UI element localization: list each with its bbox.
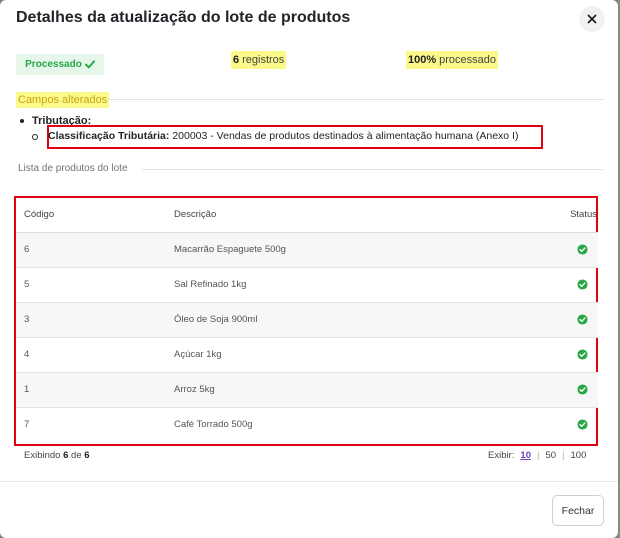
cell-code: 4	[16, 337, 174, 373]
cell-status	[564, 407, 598, 442]
cell-description: Sal Refinado 1kg	[174, 267, 564, 303]
page-size-selector: Exibir: 10 | 50 | 100	[488, 450, 586, 461]
table-row[interactable]: 4 Açúcar 1kg	[16, 337, 598, 373]
products-table-annotation: Código Descrição Status 6 Macarrão Espag…	[14, 196, 598, 446]
pager-separator: |	[536, 450, 540, 461]
section-divider	[108, 99, 604, 100]
check-circle-icon	[577, 419, 588, 430]
modal-header: Detalhes da atualização do lote de produ…	[0, 0, 618, 38]
status-badge-label: Processado	[25, 59, 82, 70]
cell-status	[564, 302, 598, 338]
results-prefix: Exibindo	[24, 450, 61, 461]
progress-percent-value: 100%	[408, 54, 437, 66]
cell-status	[564, 337, 598, 373]
table-row[interactable]: 7 Café Torrado 500g	[16, 407, 598, 442]
column-header-description[interactable]: Descrição	[174, 198, 564, 233]
cell-code: 5	[16, 267, 174, 303]
cell-code: 3	[16, 302, 174, 338]
modal-footer: Fechar	[0, 481, 618, 538]
page-size-option-100[interactable]: 100	[571, 450, 587, 461]
cell-description: Óleo de Soja 900ml	[174, 302, 564, 338]
table-row[interactable]: 6 Macarrão Espaguete 500g	[16, 232, 598, 268]
records-count: 6 registros	[231, 51, 287, 69]
check-circle-icon	[577, 384, 588, 395]
records-count-label: registros	[242, 54, 285, 66]
results-total: 6	[84, 450, 90, 461]
changed-field-item: Classificação Tributária: 200003 - Venda…	[48, 130, 518, 142]
cell-status	[564, 267, 598, 303]
cell-description: Arroz 5kg	[174, 372, 564, 408]
pager-separator: |	[562, 450, 565, 461]
table-header-row: Código Descrição Status	[16, 198, 598, 233]
products-table: Código Descrição Status 6 Macarrão Espag…	[16, 198, 598, 442]
close-footer-button[interactable]: Fechar	[552, 495, 604, 526]
changed-field-label: Classificação Tributária:	[48, 130, 170, 142]
batch-details-modal: Detalhes da atualização do lote de produ…	[0, 0, 618, 538]
cell-code: 7	[24, 419, 30, 431]
page-size-label: Exibir:	[488, 450, 515, 461]
cell-description: Macarrão Espaguete 500g	[174, 232, 564, 268]
column-header-status[interactable]: Status	[564, 198, 598, 233]
table-row[interactable]: 3 Óleo de Soja 900ml	[16, 302, 598, 338]
cell-description: Açúcar 1kg	[174, 337, 564, 373]
records-count-value: 6	[233, 54, 240, 66]
check-circle-icon	[577, 279, 588, 290]
page-size-option-10[interactable]: 10	[520, 450, 531, 461]
check-circle-icon	[577, 314, 588, 325]
cell-code: 6	[16, 232, 174, 268]
cell-status	[564, 232, 598, 268]
check-icon	[84, 60, 95, 69]
changed-fields-title: Campos alterados	[16, 92, 110, 108]
table-row[interactable]: 5 Sal Refinado 1kg	[16, 267, 598, 303]
products-list-title: Lista de produtos do lote	[18, 163, 128, 174]
cell-code: 1	[16, 372, 174, 408]
results-of: de	[71, 450, 82, 461]
results-shown: 6	[63, 450, 69, 461]
batch-summary: Processado 6 registros 100% processado	[0, 48, 618, 82]
status-badge: Processado	[16, 54, 104, 75]
cell-status	[564, 372, 598, 408]
check-circle-icon	[577, 244, 588, 255]
column-header-code[interactable]: Código	[16, 198, 174, 233]
progress-percent-label: processado	[439, 54, 497, 66]
modal-title: Detalhes da atualização do lote de produ…	[16, 9, 351, 26]
close-button[interactable]	[579, 6, 605, 32]
cell-description: Café Torrado 500g	[174, 419, 253, 431]
progress-percent: 100% processado	[406, 51, 499, 69]
section-divider	[142, 169, 604, 170]
changed-field-value: 200003 - Vendas de produtos destinados à…	[172, 130, 519, 142]
check-circle-icon	[577, 349, 588, 360]
table-row[interactable]: 1 Arroz 5kg	[16, 372, 598, 408]
page-size-option-50[interactable]: 50	[545, 450, 556, 461]
bullet-disc	[20, 119, 24, 123]
bullet-circle	[32, 134, 38, 140]
results-count: Exibindo 6 de 6	[24, 450, 90, 461]
close-icon	[587, 14, 597, 24]
